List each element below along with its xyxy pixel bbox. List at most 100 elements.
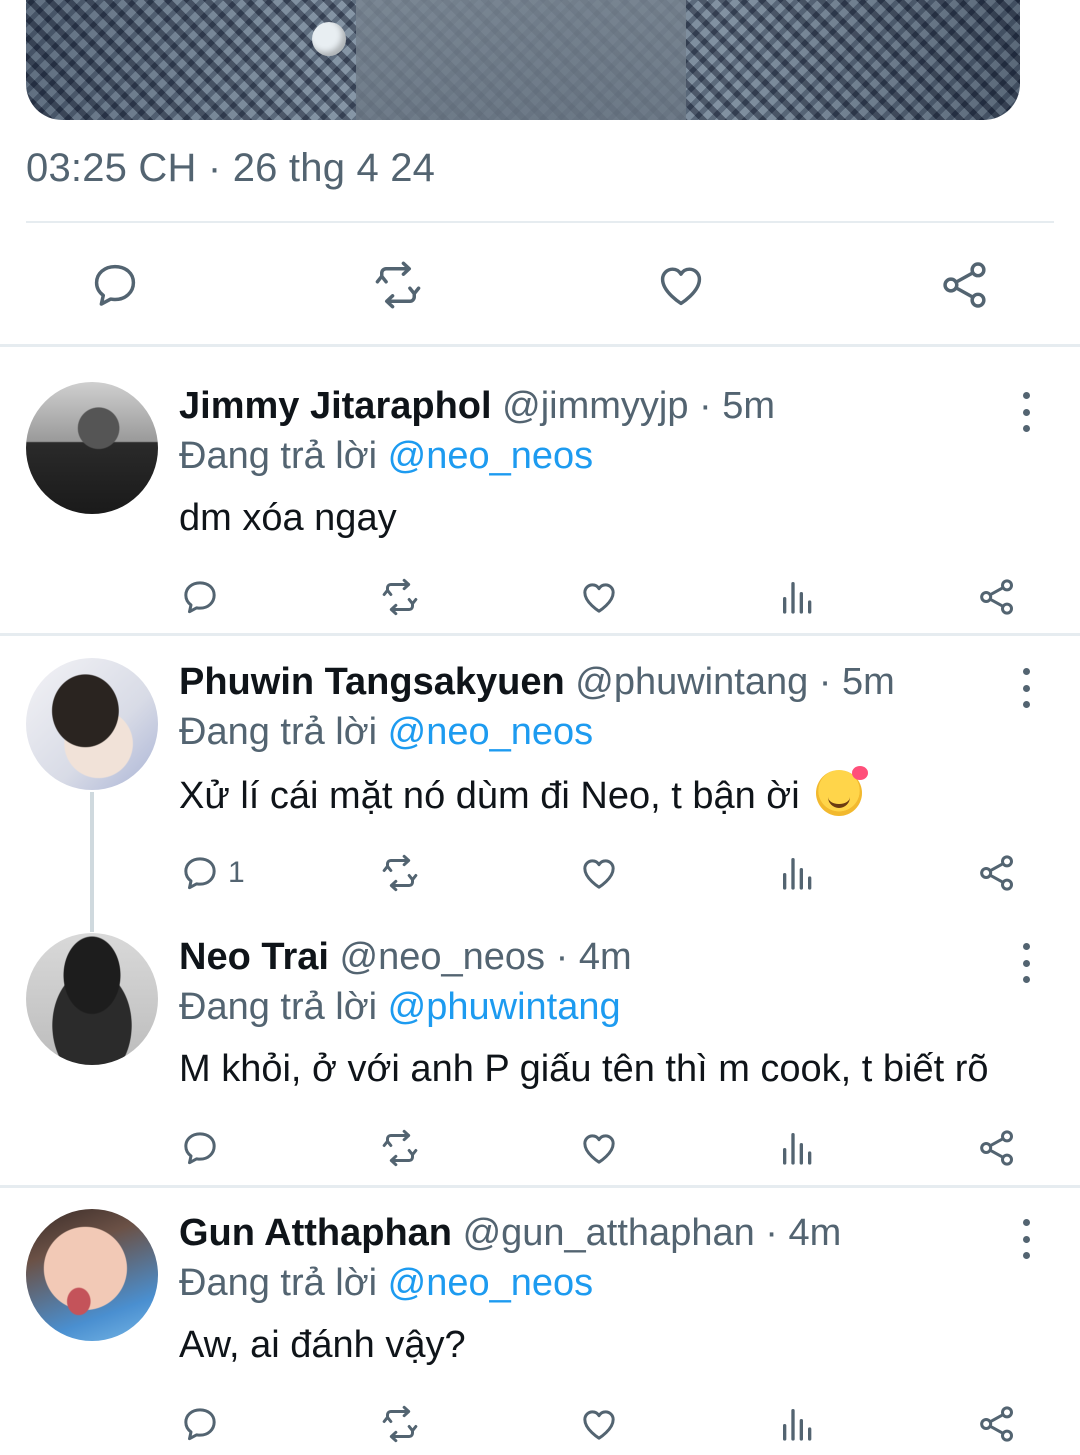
reply-action-bar — [0, 1123, 1080, 1173]
retweet-button[interactable] — [363, 250, 433, 320]
more-options-button[interactable] — [1010, 668, 1042, 708]
reply-time: 4m — [788, 1212, 842, 1254]
more-dot — [1022, 684, 1030, 692]
heart-icon — [583, 859, 615, 889]
more-dot — [1022, 1252, 1030, 1259]
share-button[interactable] — [977, 1123, 1017, 1173]
tweet-media-image[interactable] — [26, 0, 1020, 120]
replying-to: Đang trả lời @neo_neos — [179, 1259, 593, 1307]
replying-mention[interactable]: @phuwintang — [388, 986, 621, 1028]
like-button[interactable] — [579, 1399, 619, 1449]
replying-mention[interactable]: @neo_neos — [388, 435, 594, 477]
comment-icon — [184, 581, 216, 614]
reply-item[interactable]: Phuwin Tangsakyuen @phuwintang · 5m Đang… — [0, 658, 1080, 908]
more-dot — [1022, 1219, 1030, 1226]
reply-header: Gun Atthaphan @gun_atthaphan · 4m — [179, 1209, 841, 1257]
analytics-icon — [783, 858, 812, 890]
analytics-button[interactable] — [778, 572, 818, 622]
share-button[interactable] — [977, 1399, 1017, 1449]
separator-dot: · — [765, 1212, 778, 1254]
replying-mention[interactable]: @neo_neos — [388, 711, 594, 753]
reply-action-bar — [0, 1399, 1080, 1449]
more-dot — [1022, 425, 1030, 432]
share-icon — [980, 1406, 1014, 1442]
more-dot — [1022, 701, 1030, 708]
reply-text: Xử lí cái mặt nó dùm đi Neo, t bận ời — [179, 775, 800, 817]
display-name[interactable]: Jimmy Jitaraphol — [179, 385, 492, 427]
separator-dot: · — [818, 661, 832, 703]
analytics-button[interactable] — [778, 848, 818, 898]
avatar[interactable] — [26, 382, 158, 514]
retweet-icon — [382, 1405, 418, 1443]
user-handle[interactable]: @neo_neos — [340, 936, 546, 978]
reply-text-line: Xử lí cái mặt nó dùm đi Neo, t bận ời — [179, 766, 869, 820]
heart-icon — [583, 1134, 615, 1164]
analytics-icon — [783, 1133, 812, 1165]
share-icon — [980, 855, 1014, 891]
more-options-button[interactable] — [1010, 392, 1042, 432]
analytics-button[interactable] — [778, 1399, 818, 1449]
reply-time: 4m — [578, 936, 632, 978]
reply-item[interactable]: Neo Trai @neo_neos · 4m Đang trả lời @ph… — [0, 933, 1080, 1183]
replying-prefix: Đang trả lời — [179, 435, 378, 477]
like-button[interactable] — [579, 572, 619, 622]
analytics-button[interactable] — [778, 1123, 818, 1173]
like-button[interactable] — [646, 250, 716, 320]
retweet-button[interactable] — [380, 1123, 420, 1173]
retweet-button[interactable] — [380, 1399, 420, 1449]
retweet-icon — [382, 578, 418, 616]
reply-item[interactable]: Gun Atthaphan @gun_atthaphan · 4m Đang t… — [0, 1209, 1080, 1455]
divider — [26, 221, 1054, 223]
replying-prefix: Đang trả lời — [179, 986, 378, 1028]
separator-dot: · — [699, 385, 712, 427]
heart-icon — [583, 1410, 615, 1440]
share-icon — [980, 579, 1014, 615]
like-button[interactable] — [579, 1123, 619, 1173]
share-button[interactable] — [977, 848, 1017, 898]
section-divider — [0, 633, 1080, 636]
display-name[interactable]: Neo Trai — [179, 936, 329, 978]
replying-prefix: Đang trả lời — [179, 1262, 378, 1304]
display-name[interactable]: Gun Atthaphan — [179, 1212, 452, 1254]
user-handle[interactable]: @gun_atthaphan — [463, 1212, 755, 1254]
share-button[interactable] — [977, 572, 1017, 622]
user-handle[interactable]: @jimmyyjp — [502, 385, 688, 427]
share-button[interactable] — [930, 250, 1000, 320]
reply-item[interactable]: Jimmy Jitaraphol @jimmyyjp · 5m Đang trả… — [0, 382, 1080, 632]
like-button[interactable] — [579, 848, 619, 898]
reply-text: M khỏi, ở với anh P giấu tên thì m cook,… — [179, 1048, 989, 1090]
comment-icon — [184, 857, 216, 890]
reply-button[interactable] — [180, 1399, 220, 1449]
avatar[interactable] — [26, 1209, 158, 1341]
more-dot — [1022, 392, 1030, 399]
reply-header: Jimmy Jitaraphol @jimmyyjp · 5m — [179, 382, 775, 430]
retweet-icon — [382, 1129, 418, 1167]
more-options-button[interactable] — [1010, 1219, 1042, 1259]
avatar[interactable] — [26, 933, 158, 1065]
replying-prefix: Đang trả lời — [179, 711, 378, 753]
share-icon — [943, 262, 986, 308]
more-dot — [1022, 668, 1030, 675]
reply-button[interactable] — [180, 1123, 220, 1173]
reply-action-bar: 1 — [0, 848, 1080, 898]
replying-mention[interactable]: @neo_neos — [388, 1262, 594, 1304]
comment-icon — [184, 1408, 216, 1441]
retweet-button[interactable] — [380, 848, 420, 898]
avatar[interactable] — [26, 658, 158, 790]
reply-button[interactable]: 1 — [180, 848, 245, 898]
replying-to: Đang trả lời @phuwintang — [179, 983, 621, 1031]
replying-to: Đang trả lời @neo_neos — [179, 708, 593, 756]
more-dot — [1022, 1235, 1030, 1243]
replying-to: Đang trả lời @neo_neos — [179, 432, 593, 480]
more-dot — [1022, 976, 1030, 983]
display-name[interactable]: Phuwin Tangsakyuen — [179, 661, 565, 703]
media-shirt-button — [312, 22, 346, 56]
more-options-button[interactable] — [1010, 943, 1042, 983]
comment-icon — [94, 264, 136, 306]
reply-button[interactable] — [180, 572, 220, 622]
reply-button[interactable] — [80, 250, 150, 320]
tweet-timestamp[interactable]: 03:25 CH · 26 thg 4 24 — [26, 146, 435, 191]
user-handle[interactable]: @phuwintang — [575, 661, 808, 703]
retweet-button[interactable] — [380, 572, 420, 622]
reply-action-bar — [0, 572, 1080, 622]
